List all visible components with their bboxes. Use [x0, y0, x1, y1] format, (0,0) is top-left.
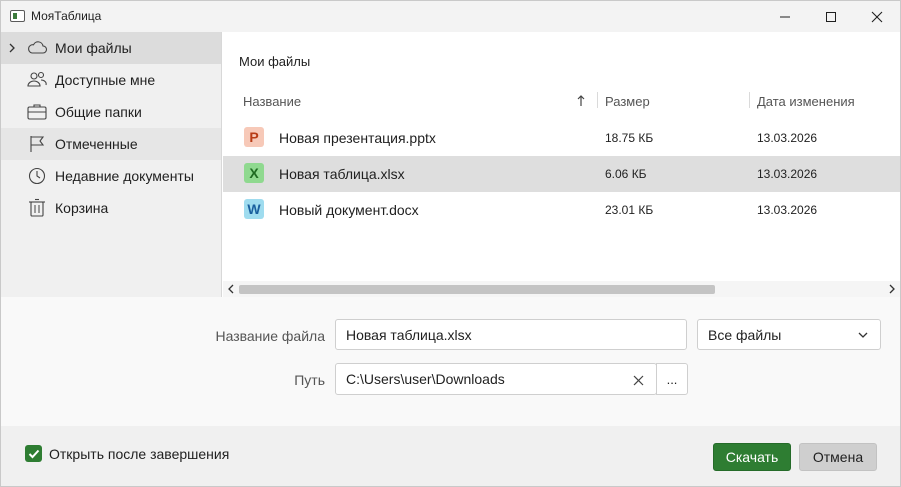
- checkmark-icon: [28, 449, 39, 458]
- close-button[interactable]: [854, 1, 900, 32]
- sidebar-item-label: Мои файлы: [55, 40, 132, 56]
- column-divider[interactable]: [749, 92, 750, 108]
- sidebar-item-label: Доступные мне: [55, 72, 156, 88]
- word-file-icon: W: [244, 199, 264, 219]
- file-date: 13.03.2026: [757, 167, 818, 181]
- file-name: Новая презентация.pptx: [279, 130, 436, 146]
- file-name: Новая таблица.xlsx: [279, 166, 405, 182]
- table-row[interactable]: W Новый документ.docx 23.01 КБ 13.03.202…: [223, 192, 900, 228]
- chevron-right-icon[interactable]: [7, 41, 17, 55]
- briefcase-icon: [27, 104, 47, 120]
- close-icon: [871, 11, 883, 22]
- maximize-button[interactable]: [808, 1, 854, 32]
- download-button[interactable]: Скачать: [713, 443, 791, 471]
- sidebar-item-recent[interactable]: Недавние документы: [1, 160, 221, 192]
- scroll-right-icon[interactable]: [887, 284, 897, 294]
- open-after-label[interactable]: Открыть после завершения: [49, 446, 229, 462]
- browse-button[interactable]: ...: [656, 363, 688, 395]
- file-date: 13.03.2026: [757, 203, 818, 217]
- horizontal-scrollbar[interactable]: [223, 281, 900, 297]
- chevron-down-icon: [858, 332, 868, 338]
- filename-input[interactable]: Новая таблица.xlsx: [335, 319, 687, 350]
- minimize-icon: [780, 16, 790, 17]
- path-value: C:\Users\user\Downloads: [346, 371, 505, 387]
- column-header-size[interactable]: Размер: [605, 94, 650, 109]
- filename-label: Название файла: [215, 328, 325, 344]
- column-header-date[interactable]: Дата изменения: [757, 94, 855, 109]
- file-date: 13.03.2026: [757, 131, 818, 145]
- sort-ascending-icon: [577, 95, 585, 106]
- sidebar-item-label: Отмеченные: [55, 136, 138, 152]
- file-type-select[interactable]: Все файлы: [697, 319, 881, 350]
- clear-icon[interactable]: [633, 375, 644, 386]
- excel-file-icon: X: [244, 163, 264, 183]
- sidebar-item-shared-with-me[interactable]: Доступные мне: [1, 64, 221, 96]
- sidebar: Мои файлы Доступные мне Общие папки Отме…: [1, 32, 222, 297]
- powerpoint-file-icon: P: [244, 127, 264, 147]
- column-header-name[interactable]: Название: [243, 94, 301, 109]
- file-size: 18.75 КБ: [605, 131, 654, 145]
- sidebar-item-label: Недавние документы: [55, 168, 194, 184]
- sidebar-item-trash[interactable]: Корзина: [1, 192, 221, 224]
- sidebar-item-my-files[interactable]: Мои файлы: [1, 32, 221, 64]
- table-row[interactable]: P Новая презентация.pptx 18.75 КБ 13.03.…: [223, 120, 900, 156]
- path-label: Путь: [294, 372, 325, 388]
- file-size: 23.01 КБ: [605, 203, 654, 217]
- dialog-footer: Открыть после завершения Скачать Отмена: [1, 426, 900, 486]
- table-row[interactable]: X Новая таблица.xlsx 6.06 КБ 13.03.2026: [223, 156, 900, 192]
- app-logo-icon: [10, 10, 25, 22]
- window-title: МояТаблица: [31, 9, 102, 23]
- path-input[interactable]: C:\Users\user\Downloads: [335, 363, 657, 395]
- sidebar-item-favorites[interactable]: Отмеченные: [1, 128, 221, 160]
- file-type-value: Все файлы: [708, 326, 782, 343]
- save-form: Название файла Новая таблица.xlsx Все фа…: [1, 297, 900, 426]
- open-after-checkbox[interactable]: [25, 445, 42, 462]
- cancel-button[interactable]: Отмена: [799, 443, 877, 471]
- sidebar-item-shared-folders[interactable]: Общие папки: [1, 96, 221, 128]
- folder-title: Мои файлы: [239, 54, 311, 69]
- file-list-panel: Мои файлы Название Размер Дата изменения…: [223, 32, 900, 297]
- clock-icon: [28, 167, 46, 185]
- title-bar: МояТаблица: [1, 1, 900, 32]
- column-divider[interactable]: [597, 92, 598, 108]
- save-dialog-window: МояТаблица Мои файлы Доступные мне Общие…: [0, 0, 901, 487]
- file-name: Новый документ.docx: [279, 202, 419, 218]
- users-icon: [27, 71, 47, 87]
- file-size: 6.06 КБ: [605, 167, 647, 181]
- maximize-icon: [826, 11, 836, 22]
- minimize-button[interactable]: [762, 1, 808, 32]
- scroll-left-icon[interactable]: [226, 284, 236, 294]
- flag-icon: [30, 136, 45, 152]
- scrollbar-thumb[interactable]: [239, 285, 715, 294]
- cloud-icon: [28, 41, 48, 54]
- trash-icon: [29, 198, 45, 217]
- sidebar-item-label: Общие папки: [55, 104, 142, 120]
- sidebar-item-label: Корзина: [55, 200, 109, 216]
